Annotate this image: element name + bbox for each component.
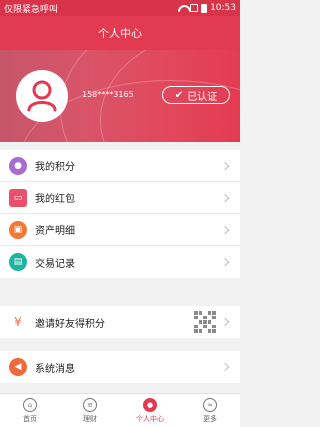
qr-code-icon[interactable] (194, 311, 216, 333)
menu-item-assets[interactable]: ▣ 资产明细 (0, 214, 240, 246)
menu-item-label: 资产明细 (35, 226, 75, 237)
tab-home[interactable]: ⌂ 首页 (0, 394, 60, 427)
megaphone-icon: ◀ (9, 358, 27, 376)
profile-header: 158****3165 ✔ 已认证 (0, 50, 240, 142)
more-icon: ∞ (203, 397, 217, 412)
menu-item-label: 邀请好友得积分 (35, 318, 105, 330)
chevron-right-icon (220, 225, 230, 234)
check-icon: ✔ (174, 89, 184, 101)
status-bar: 仅限紧急呼叫 10:53 (0, 0, 240, 16)
menu-item-label: 我的积分 (35, 162, 75, 173)
chevron-right-icon (220, 317, 230, 327)
menu-item-red-envelope[interactable]: ▭ 我的红包 (0, 182, 240, 214)
tab-profile[interactable]: ● 个人中心 (120, 394, 180, 427)
menu-item-invite[interactable]: ¥ 邀请好友得积分 (0, 306, 240, 338)
menu-item-label: 我的红包 (35, 194, 75, 205)
menu-item-points[interactable]: ● 我的积分 (0, 150, 240, 182)
tab-finance[interactable]: ≡ 理财 (60, 394, 120, 427)
user-avatar-icon[interactable] (16, 70, 68, 122)
clock-text: 10:53 (210, 3, 236, 13)
finance-icon: ≡ (83, 397, 97, 412)
tab-label: 个人中心 (136, 414, 164, 423)
bottom-tab-bar: ⌂ 首页 ≡ 理财 ● 个人中心 ∞ 更多 (0, 393, 240, 427)
menu-item-transactions[interactable]: ▤ 交易记录 (0, 246, 240, 278)
menu-group-invite: ¥ 邀请好友得积分 (0, 306, 240, 338)
carrier-text: 仅限紧急呼叫 (4, 4, 59, 15)
status-icons: 10:53 (178, 3, 236, 13)
points-icon: ● (9, 156, 27, 175)
chevron-right-icon (220, 257, 230, 267)
menu-item-label: 交易记录 (35, 258, 75, 270)
tab-label: 首页 (23, 414, 37, 423)
profile-icon: ● (143, 397, 157, 412)
wifi-icon (178, 5, 187, 12)
wallet-icon: ▣ (9, 220, 27, 239)
verified-label: 已认证 (187, 91, 218, 103)
menu-item-label: 系统消息 (35, 363, 75, 375)
menu-group-messages: ◀ 系统消息 (0, 351, 240, 383)
tab-label: 理财 (83, 414, 97, 423)
gift-icon: ¥ (9, 313, 27, 331)
clipboard-icon: ▤ (9, 253, 27, 271)
chevron-right-icon (220, 362, 230, 372)
page-title-bar: 个人中心 (0, 16, 240, 50)
red-envelope-icon: ▭ (9, 188, 27, 207)
page-title: 个人中心 (98, 27, 142, 40)
battery-icon (201, 3, 208, 13)
menu-group-account: ● 我的积分 ▭ 我的红包 ▣ 资产明细 ▤ 交易记录 (0, 150, 240, 278)
tab-more[interactable]: ∞ 更多 (180, 394, 240, 427)
chevron-right-icon (220, 161, 230, 170)
chevron-right-icon (220, 193, 230, 202)
menu-item-system-messages[interactable]: ◀ 系统消息 (0, 351, 240, 383)
phone-number: 158****3165 (82, 90, 134, 99)
verified-badge[interactable]: ✔ 已认证 (162, 86, 230, 104)
home-icon: ⌂ (23, 397, 37, 412)
tab-label: 更多 (203, 414, 217, 423)
